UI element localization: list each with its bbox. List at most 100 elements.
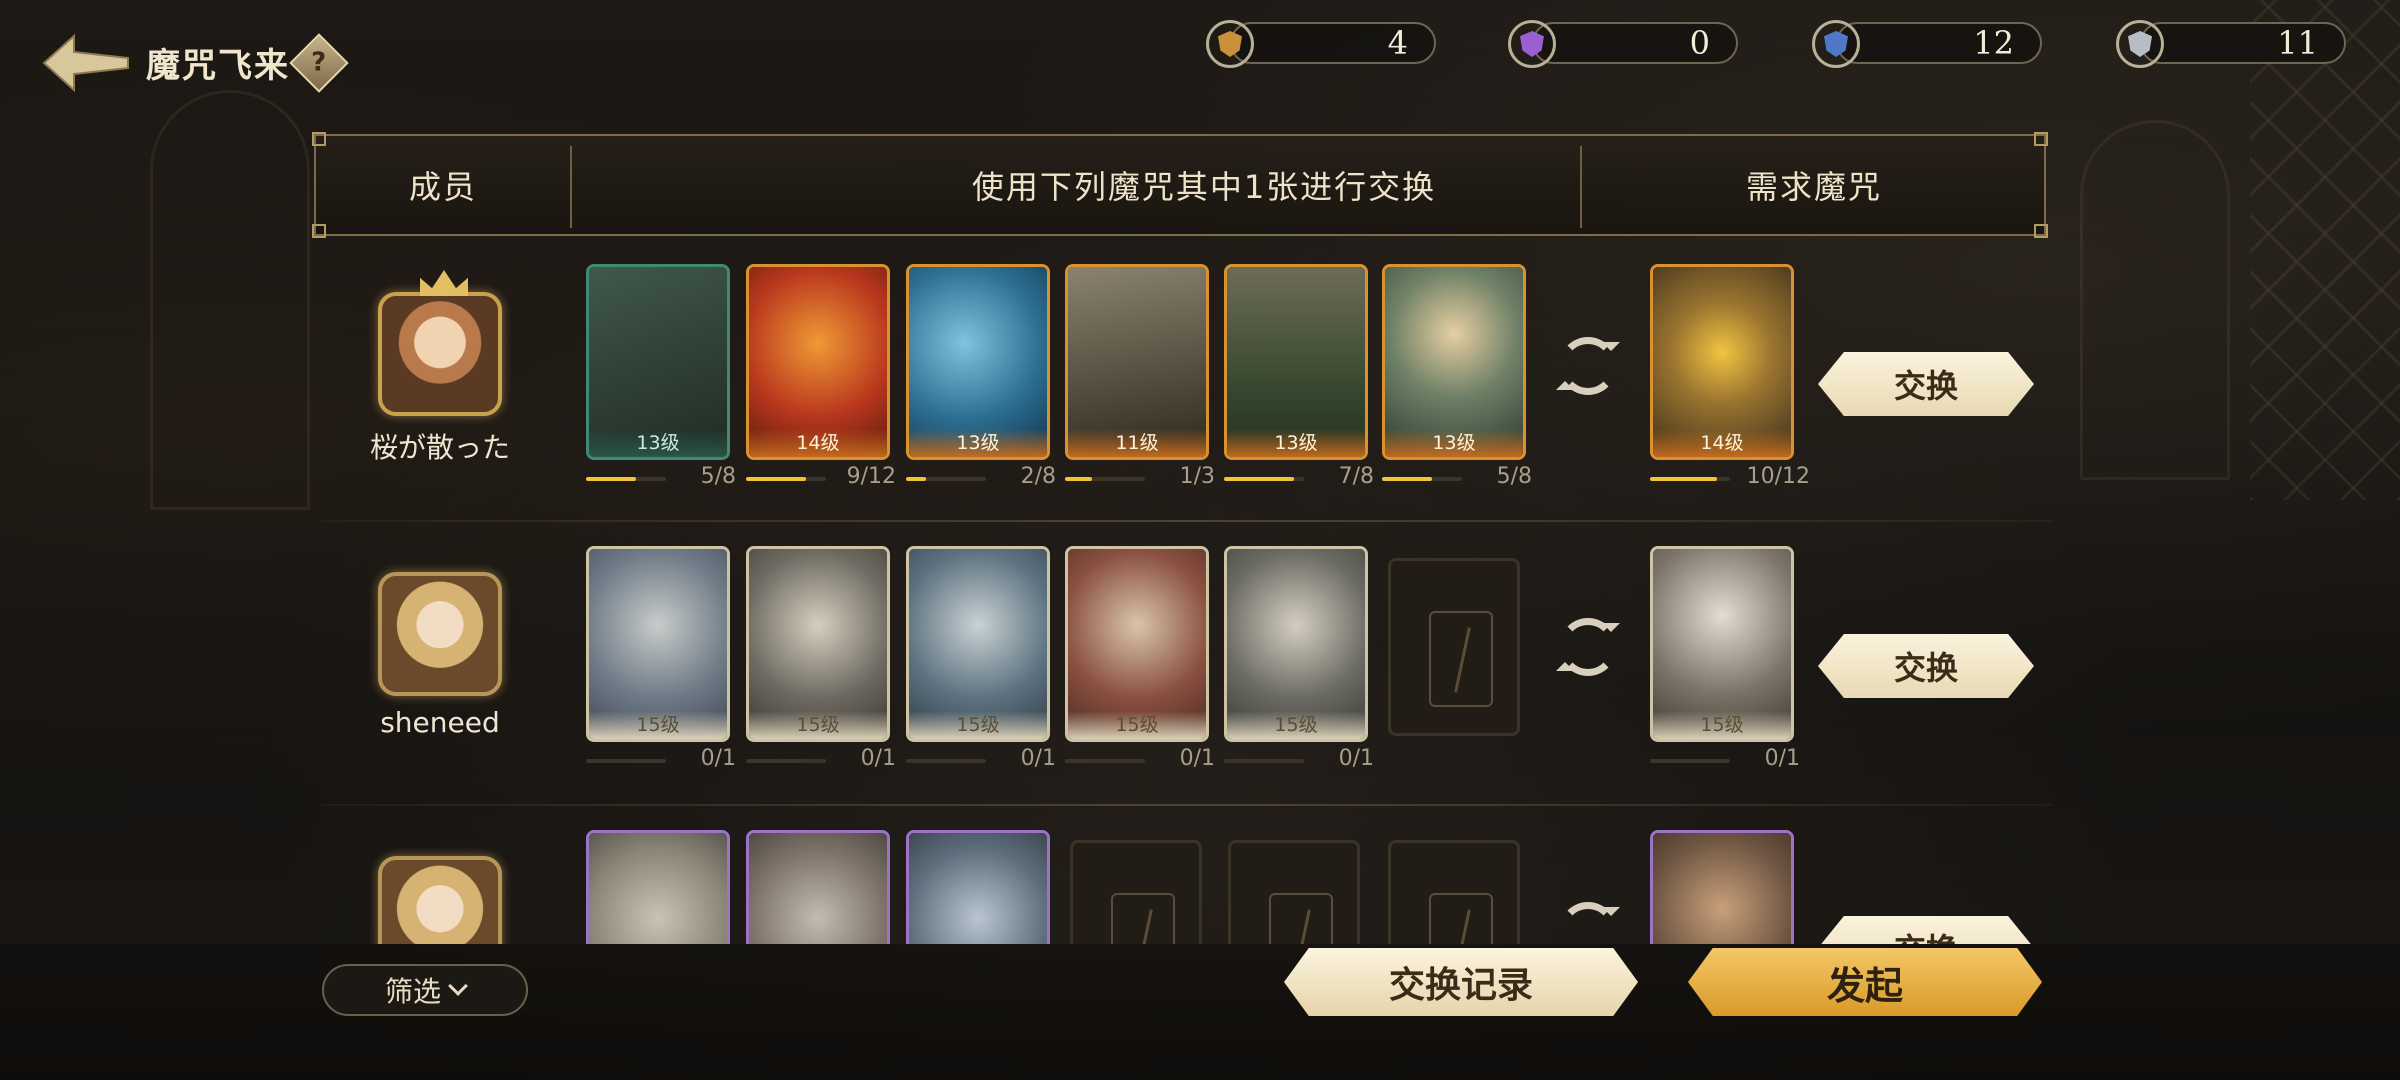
spell-card[interactable]: 15级	[746, 546, 890, 742]
progress-fill	[1382, 477, 1432, 481]
progress-text: 0/1	[1338, 746, 1374, 771]
progress-fill	[1065, 477, 1092, 481]
filter-label: 筛选	[384, 975, 441, 1008]
card-progress: 0/1	[1650, 746, 1800, 772]
spell-card[interactable]: 14级	[746, 264, 890, 460]
chevron-down-icon	[448, 976, 468, 996]
progress-track	[1650, 477, 1730, 481]
help-icon: ?	[311, 48, 327, 78]
progress-track	[1382, 477, 1462, 481]
card-progress: 2/8	[906, 464, 1056, 490]
row-divider	[322, 520, 2052, 522]
need-card[interactable]: 15级	[1650, 546, 1794, 742]
progress-track	[746, 477, 826, 481]
spell-card[interactable]: 15级	[1065, 546, 1209, 742]
empty-card-slot	[1388, 840, 1520, 944]
badge-shape	[2128, 31, 2152, 57]
filter-button[interactable]: 筛选	[322, 964, 528, 1016]
spell-card[interactable]: 13级	[1224, 264, 1368, 460]
need-card[interactable]	[1650, 830, 1794, 944]
badge-shape	[1218, 31, 1242, 57]
launch-button[interactable]: 发起	[1688, 948, 2042, 1016]
exchange-button[interactable]: 交换	[1818, 916, 2034, 944]
spell-card[interactable]	[906, 830, 1050, 944]
currency-silver: 11	[2116, 20, 2346, 68]
progress-track	[1065, 759, 1145, 763]
progress-text: 0/1	[1179, 746, 1215, 771]
swap-icon	[1556, 618, 1620, 676]
progress-text: 0/1	[1020, 746, 1056, 771]
swap-icon	[1556, 337, 1620, 395]
window-frame-left	[150, 90, 310, 510]
spell-card[interactable]: 13级	[906, 264, 1050, 460]
progress-text: 0/1	[1764, 746, 1800, 771]
spell-card[interactable]: 15级	[586, 546, 730, 742]
progress-text: 5/8	[700, 464, 736, 489]
member-name: 桜が散った	[369, 431, 510, 464]
card-progress: 7/8	[1224, 464, 1374, 490]
progress-track	[586, 477, 666, 481]
empty-card-slot	[1228, 840, 1360, 944]
badge-shape	[1824, 31, 1848, 57]
exchange-record-button[interactable]: 交换记录	[1284, 948, 1638, 1016]
currency-value: 12	[1973, 24, 2014, 62]
card-progress: 5/8	[1382, 464, 1532, 490]
window-frame-right	[2080, 120, 2230, 480]
spell-card[interactable]	[586, 830, 730, 944]
progress-track	[906, 759, 986, 763]
currency-blue: 12	[1812, 20, 2042, 68]
avatar	[378, 572, 502, 696]
progress-fill	[1650, 477, 1717, 481]
progress-track	[746, 759, 826, 763]
card-level: 13级	[1385, 429, 1523, 457]
column-need: 需求魔咒	[1745, 168, 1882, 206]
card-progress: 0/1	[586, 746, 736, 772]
card-level: 14级	[1653, 429, 1791, 457]
card-progress: 5/8	[586, 464, 736, 490]
progress-text: 0/1	[860, 746, 896, 771]
card-level: 15级	[1653, 711, 1791, 739]
swap-icon	[1559, 902, 1620, 944]
spell-card[interactable]: 11级	[1065, 264, 1209, 460]
card-progress: 9/12	[746, 464, 896, 490]
card-progress: 0/1	[746, 746, 896, 772]
card-level: 15级	[1227, 711, 1365, 739]
spell-card[interactable]: 13级	[586, 264, 730, 460]
progress-track	[1224, 477, 1304, 481]
blue-badge-icon	[1812, 20, 1860, 68]
card-art	[909, 833, 1047, 944]
spell-card[interactable]: 13级	[1382, 264, 1526, 460]
progress-fill	[906, 477, 926, 481]
progress-fill	[746, 477, 806, 481]
progress-text: 1/3	[1179, 464, 1215, 489]
card-level: 15级	[749, 711, 887, 739]
progress-text: 9/12	[846, 464, 896, 489]
progress-text: 5/8	[1496, 464, 1532, 489]
back-button[interactable]	[40, 28, 132, 98]
need-card[interactable]: 14级	[1650, 264, 1794, 460]
silver-badge-icon	[2116, 20, 2164, 68]
progress-track	[1650, 759, 1730, 763]
progress-text: 2/8	[1020, 464, 1056, 489]
purple-badge-icon	[1508, 20, 1556, 68]
empty-card-icon	[1429, 893, 1493, 944]
exchange-button[interactable]: 交换	[1818, 352, 2034, 416]
empty-card-slot	[1070, 840, 1202, 944]
spell-card[interactable]: 15级	[906, 546, 1050, 742]
progress-track	[586, 759, 666, 763]
empty-card-icon	[1269, 893, 1333, 944]
currency-value: 11	[2277, 24, 2318, 62]
member-cell[interactable]: 桜が散った	[340, 270, 540, 466]
card-level: 13级	[1227, 429, 1365, 457]
spell-card[interactable]: 15级	[1224, 546, 1368, 742]
currency-value: 0	[1689, 24, 1710, 62]
row-divider	[322, 804, 2052, 806]
window-lattice	[2250, 0, 2400, 500]
avatar	[378, 270, 502, 416]
spell-card[interactable]	[746, 830, 890, 944]
exchange-button[interactable]: 交换	[1818, 634, 2034, 698]
page-title: 魔咒飞来	[146, 46, 290, 86]
member-cell[interactable]: sheneed	[340, 572, 540, 739]
card-level: 15级	[589, 711, 727, 739]
progress-track	[906, 477, 986, 481]
